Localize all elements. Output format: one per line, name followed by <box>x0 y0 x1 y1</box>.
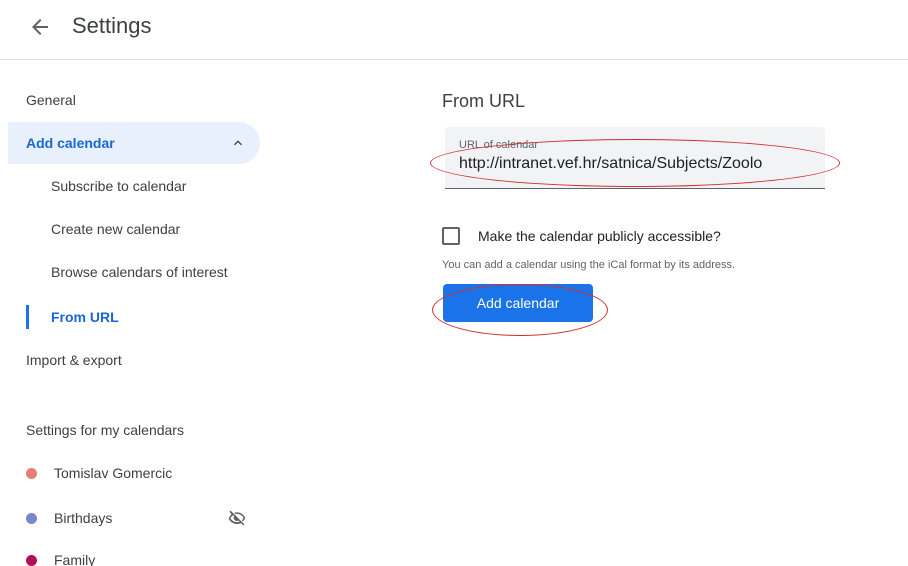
helper-text: You can add a calendar using the iCal fo… <box>442 259 736 271</box>
section-title-my-calendars: Settings for my calendars <box>26 422 184 438</box>
active-indicator <box>26 305 29 329</box>
sidebar-item-subscribe[interactable]: Subscribe to calendar <box>51 176 186 196</box>
sidebar: General Add calendar Subscribe to calend… <box>0 60 280 566</box>
calendar-color-dot <box>26 513 37 524</box>
calendar-item-tomislav[interactable]: Tomislav Gomercic <box>26 463 266 483</box>
calendar-color-dot <box>26 468 37 479</box>
url-field-label: URL of calendar <box>459 139 539 151</box>
public-access-checkbox[interactable] <box>442 227 460 245</box>
calendar-name: Family <box>54 552 96 566</box>
public-access-checkbox-row[interactable]: Make the calendar publicly accessible? <box>442 225 862 245</box>
public-access-label: Make the calendar publicly accessible? <box>478 228 721 244</box>
settings-page: Settings General Add calendar Subscribe … <box>0 0 908 566</box>
sidebar-item-from-url[interactable]: From URL <box>51 307 119 327</box>
sidebar-item-create-calendar[interactable]: Create new calendar <box>51 219 180 239</box>
visibility-off-icon[interactable] <box>228 509 246 527</box>
url-input[interactable]: URL of calendar http://intranet.vef.hr/s… <box>445 127 825 189</box>
calendar-item-family[interactable]: Family <box>26 550 266 566</box>
url-field-value[interactable]: http://intranet.vef.hr/satnica/Subjects/… <box>459 153 821 175</box>
sidebar-item-general[interactable]: General <box>26 90 76 110</box>
header: Settings <box>0 0 908 60</box>
section-heading-from-url: From URL <box>442 91 526 111</box>
sidebar-item-label: Add calendar <box>26 135 115 151</box>
sidebar-item-browse-calendars[interactable]: Browse calendars of interest <box>51 262 228 282</box>
calendar-name: Birthdays <box>54 510 113 526</box>
calendar-color-dot <box>26 555 37 566</box>
calendar-item-birthdays[interactable]: Birthdays <box>26 508 266 528</box>
sidebar-item-import-export[interactable]: Import & export <box>26 350 122 370</box>
sidebar-item-add-calendar[interactable]: Add calendar <box>8 122 260 164</box>
main-content: From URL URL of calendar http://intranet… <box>280 60 908 566</box>
chevron-up-icon <box>230 135 246 151</box>
calendar-name: Tomislav Gomercic <box>54 465 173 481</box>
arrow-left-icon <box>32 19 48 35</box>
add-calendar-button[interactable]: Add calendar <box>443 284 593 322</box>
page-title: Settings <box>72 13 152 38</box>
back-button[interactable] <box>28 15 52 39</box>
